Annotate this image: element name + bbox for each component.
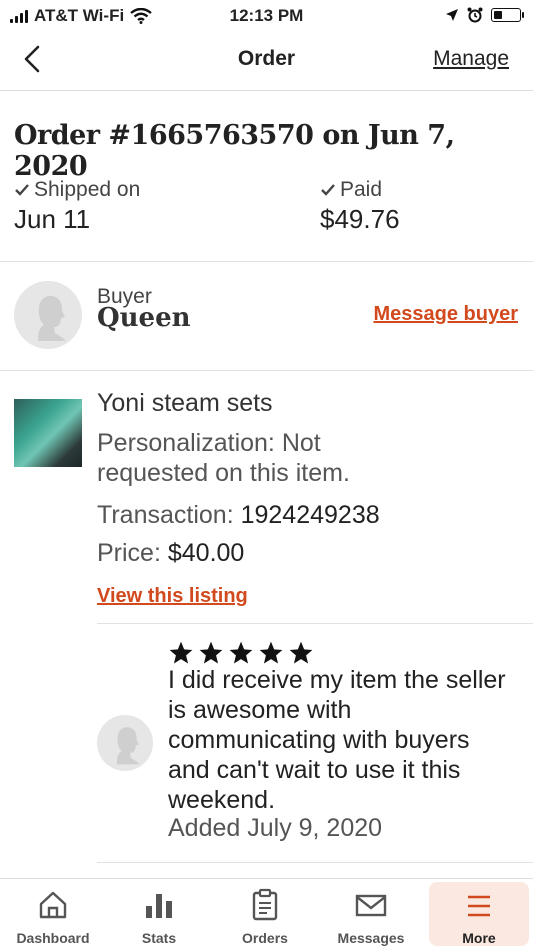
location-icon [446, 9, 458, 21]
transaction-label: Transaction: [97, 501, 234, 529]
tab-orders[interactable]: Orders [212, 879, 318, 949]
tab-label: More [462, 930, 496, 946]
nav-bar: Order Manage [0, 32, 533, 91]
star-icon [199, 641, 223, 664]
checkmark-icon [321, 184, 335, 196]
star-icon [169, 641, 193, 664]
person-silhouette-icon [38, 295, 66, 341]
price-row: Price: $40.00 [97, 538, 244, 569]
status-bar: AT&T Wi-Fi 12:13 PM [0, 0, 533, 32]
person-silhouette-icon [116, 727, 140, 765]
tab-more[interactable]: More [429, 882, 529, 946]
personalization-line-2: requested on this item. [97, 459, 350, 487]
buyer-avatar[interactable] [14, 281, 82, 349]
clipboard-icon [252, 888, 278, 921]
menu-icon [468, 895, 490, 917]
view-listing-link[interactable]: View this listing [97, 585, 248, 608]
paid-label: Paid [340, 178, 383, 201]
tab-label: Stats [141, 930, 177, 946]
message-buyer-link[interactable]: Message buyer [373, 303, 518, 326]
tab-messages[interactable]: Messages [318, 879, 424, 949]
envelope-icon [355, 894, 387, 917]
tab-label: Orders [242, 930, 288, 946]
bar-chart-icon [146, 894, 172, 918]
price-label: Price: [97, 539, 161, 567]
battery-icon [491, 8, 524, 22]
divider [97, 862, 533, 863]
checkmark-icon [15, 184, 29, 196]
manage-button[interactable]: Manage [433, 47, 509, 71]
review-date: Added July 9, 2020 [168, 814, 383, 842]
tab-dashboard[interactable]: Dashboard [0, 879, 106, 949]
personalization-line-1: Personalization: Not [97, 429, 321, 457]
transaction-row: Transaction: 1924249238 [97, 500, 380, 531]
star-rating [168, 640, 314, 666]
alarm-icon [467, 7, 483, 23]
divider [97, 623, 533, 624]
shipped-label: Shipped on [34, 178, 141, 201]
paid-status: Paid $49.76 [320, 178, 400, 235]
tab-label: Messages [337, 930, 405, 946]
star-icon [289, 641, 313, 664]
star-icon [259, 641, 283, 664]
tab-label: Dashboard [16, 930, 90, 946]
item-thumbnail[interactable] [14, 399, 82, 467]
status-icons [445, 7, 524, 23]
review-text: I did receive my item the seller is awes… [168, 666, 506, 814]
divider [0, 370, 533, 371]
home-icon [39, 891, 67, 919]
reviewer-avatar [97, 715, 153, 771]
tab-stats[interactable]: Stats [106, 879, 212, 949]
price-value: $40.00 [167, 539, 245, 567]
divider [0, 261, 533, 262]
tab-bar: Dashboard Stats Orders Messages More [0, 878, 533, 949]
order-heading: Order #1665763570 on Jun 7, 2020 [14, 120, 455, 182]
buyer-name[interactable]: Queen [97, 303, 191, 333]
paid-amount: $49.76 [320, 204, 400, 234]
item-title: Yoni steam sets [97, 389, 273, 417]
shipped-status: Shipped on Jun 11 [14, 178, 140, 235]
star-icon [229, 641, 253, 664]
shipped-date: Jun 11 [14, 204, 91, 234]
transaction-id: 1924249238 [240, 501, 380, 529]
